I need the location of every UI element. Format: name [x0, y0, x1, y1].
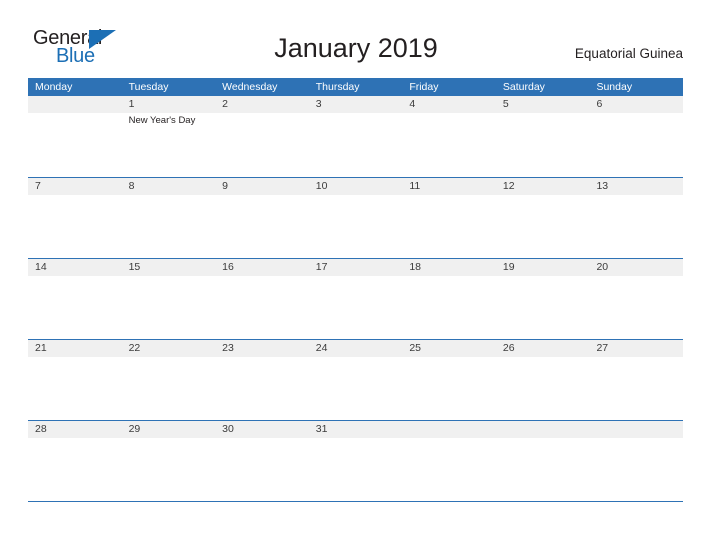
weekday-header-saturday: Saturday [502, 81, 545, 93]
weekday-header-row: Monday Tuesday Wednesday Thursday Friday… [28, 78, 683, 96]
day-number: 16 [222, 261, 234, 273]
weekday-header-sunday: Sunday [596, 81, 633, 93]
country-label: Equatorial Guinea [574, 46, 683, 61]
day-cell[interactable]: 23 [215, 340, 309, 420]
day-cell[interactable]: 31 [309, 421, 403, 501]
day-number: 5 [502, 98, 509, 110]
day-cell[interactable]: 25 [402, 340, 496, 420]
day-cell[interactable]: 3 [309, 96, 403, 177]
day-cell[interactable]: 5 [496, 96, 590, 177]
day-cell[interactable]: 15 [122, 259, 216, 339]
day-number: 8 [128, 180, 135, 192]
day-number: 28 [35, 423, 47, 435]
day-cell[interactable]: 6 [589, 96, 683, 177]
day-number: 1 [128, 98, 135, 110]
day-number: 27 [596, 342, 609, 354]
day-cell[interactable]: 28 [28, 421, 122, 501]
day-cell[interactable] [589, 421, 683, 501]
week-row: 14 15 16 17 18 19 20 [28, 258, 683, 339]
day-cell[interactable] [402, 421, 496, 501]
day-number: 11 [409, 180, 421, 192]
weekday-header-thursday: Thursday [315, 81, 360, 93]
day-number: 7 [35, 180, 41, 192]
day-cell[interactable]: 17 [309, 259, 403, 339]
day-number: 21 [35, 342, 47, 354]
day-cell[interactable]: 12 [496, 178, 590, 258]
day-number: 9 [222, 180, 228, 192]
day-cell[interactable]: 22 [122, 340, 216, 420]
calendar-bottom-border [28, 501, 683, 502]
day-number: 23 [222, 342, 234, 354]
day-cell[interactable]: 10 [309, 178, 403, 258]
day-number: 3 [315, 98, 322, 110]
day-cell[interactable] [28, 96, 122, 177]
day-cell[interactable]: 8 [122, 178, 216, 258]
day-cell[interactable]: 1 New Year's Day [122, 96, 216, 177]
day-number: 15 [128, 261, 141, 273]
day-cell[interactable]: 14 [28, 259, 122, 339]
page-header: General Blue January 2019 Equatorial Gui… [0, 0, 712, 78]
day-cell[interactable]: 21 [28, 340, 122, 420]
day-number: 30 [222, 423, 234, 435]
day-cell[interactable]: 11 [402, 178, 496, 258]
day-number: 4 [409, 98, 416, 110]
day-cell[interactable]: 30 [215, 421, 309, 501]
day-number: 6 [596, 98, 603, 110]
day-cell[interactable] [496, 421, 590, 501]
day-number: 20 [596, 261, 609, 273]
day-event-label: New Year's Day [128, 115, 196, 126]
day-cell[interactable]: 9 [215, 178, 309, 258]
day-number: 2 [222, 98, 228, 110]
day-number [503, 421, 590, 438]
day-cell[interactable]: 29 [122, 421, 216, 501]
calendar-page: General Blue January 2019 Equatorial Gui… [0, 0, 712, 550]
day-number: 24 [315, 342, 328, 354]
day-number: 17 [315, 261, 328, 273]
day-number: 29 [128, 423, 141, 435]
day-cell[interactable]: 18 [402, 259, 496, 339]
weekday-header-tuesday: Tuesday [128, 81, 169, 93]
day-number: 26 [502, 342, 515, 354]
day-number: 25 [409, 342, 421, 354]
day-number: 31 [315, 423, 328, 435]
day-number: 14 [35, 261, 47, 273]
day-number: 10 [315, 180, 328, 192]
week-row: 28 29 30 31 [28, 420, 683, 501]
day-cell[interactable]: 20 [589, 259, 683, 339]
weekday-header-friday: Friday [409, 81, 439, 93]
week-row: 7 8 9 10 11 12 13 [28, 177, 683, 258]
calendar-grid: Monday Tuesday Wednesday Thursday Friday… [28, 78, 683, 502]
day-cell[interactable]: 2 [215, 96, 309, 177]
day-number: 22 [128, 342, 141, 354]
day-cell[interactable]: 27 [589, 340, 683, 420]
day-number [409, 421, 496, 438]
weekday-header-wednesday: Wednesday [222, 81, 278, 93]
day-number: 13 [596, 180, 609, 192]
day-cell[interactable]: 4 [402, 96, 496, 177]
day-cell[interactable]: 24 [309, 340, 403, 420]
day-cell[interactable]: 19 [496, 259, 590, 339]
day-cell[interactable]: 26 [496, 340, 590, 420]
day-number: 18 [409, 261, 421, 273]
day-cell[interactable]: 7 [28, 178, 122, 258]
day-number: 12 [502, 180, 515, 192]
day-number [596, 421, 683, 438]
day-number: 19 [502, 261, 515, 273]
day-number [35, 96, 122, 113]
week-row: 1 New Year's Day 2 3 4 5 6 [28, 96, 683, 177]
day-cell[interactable]: 16 [215, 259, 309, 339]
weekday-header-monday: Monday [35, 81, 73, 93]
week-row: 21 22 23 24 25 26 27 [28, 339, 683, 420]
day-cell[interactable]: 13 [589, 178, 683, 258]
